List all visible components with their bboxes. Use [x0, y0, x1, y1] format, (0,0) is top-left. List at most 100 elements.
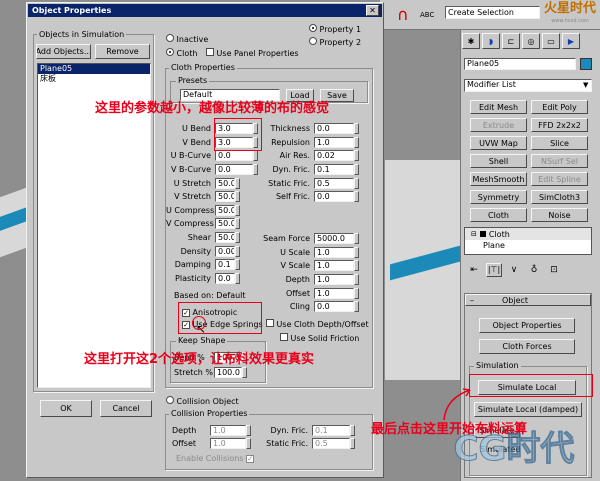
list-item-plane05[interactable]: Plane05: [38, 64, 150, 74]
object-rollout-header[interactable]: – Object: [465, 294, 591, 306]
dyn-fric-field[interactable]: 0.1: [314, 164, 354, 176]
abc-icon[interactable]: ABC: [420, 6, 440, 24]
offset-field[interactable]: 1.0: [314, 287, 354, 299]
remove-button[interactable]: Remove: [95, 44, 150, 59]
collision-dyn-fric-field[interactable]: 0.1: [312, 425, 350, 436]
seam-force-field[interactable]: 5000.0: [314, 233, 354, 245]
use-cloth-depth-check[interactable]: [266, 319, 274, 327]
nsurf-sel-button[interactable]: NSurf Sel: [531, 154, 588, 168]
object-color-swatch[interactable]: [580, 58, 592, 70]
remove-modifier-icon[interactable]: ♁: [526, 263, 542, 277]
hierarchy-tab-icon[interactable]: ⊏: [502, 33, 520, 49]
modifier-list-dropdown[interactable]: Modifier List: [464, 79, 592, 92]
selection-set-dropdown[interactable]: Create Selection: [445, 6, 540, 19]
list-item-bed[interactable]: 床板: [38, 74, 150, 84]
magnet-icon[interactable]: ∩: [397, 6, 415, 24]
pin-stack-icon[interactable]: ⇤: [466, 263, 482, 277]
stretch-percent-field[interactable]: 100.0: [214, 367, 242, 378]
modify-tab-icon[interactable]: ◗: [482, 33, 500, 49]
inactive-radio-circle[interactable]: [166, 34, 174, 42]
collision-static-fric-field[interactable]: 0.5: [312, 438, 350, 449]
stretch-percent-spinner[interactable]: [242, 367, 247, 378]
u-compress-field[interactable]: 50.0: [215, 204, 235, 216]
plasticity-field[interactable]: 0.0: [215, 272, 235, 284]
density-field[interactable]: 0.005: [215, 245, 235, 257]
thickness-field[interactable]: 0.0: [314, 123, 354, 135]
u-bcurve-spinner[interactable]: [253, 150, 258, 162]
v-bcurve-field[interactable]: 0.0: [215, 164, 253, 176]
cloth-button[interactable]: Cloth: [470, 208, 527, 222]
stack-item-plane[interactable]: Plane: [465, 240, 591, 252]
display-tab-icon[interactable]: ▭: [542, 33, 560, 49]
ok-button[interactable]: OK: [40, 400, 92, 417]
dialog-close-button[interactable]: ✕: [366, 5, 379, 16]
stack-item-cloth[interactable]: ⊟ Cloth: [465, 228, 591, 240]
v-stretch-spinner[interactable]: [235, 191, 240, 203]
v-compress-spinner[interactable]: [235, 218, 240, 230]
create-tab-icon[interactable]: ✱: [462, 33, 480, 49]
depth-spinner[interactable]: [354, 274, 359, 286]
repulsion-field[interactable]: 1.0: [314, 136, 354, 148]
shell-button[interactable]: Shell: [470, 154, 527, 168]
u-stretch-field[interactable]: 50.0: [215, 177, 235, 189]
add-objects-button[interactable]: Add Objects...: [36, 44, 91, 59]
meshsmooth-button[interactable]: MeshSmooth: [470, 172, 527, 186]
use-cloth-depth-checkbox[interactable]: Use Cloth Depth/Offset: [266, 319, 369, 330]
use-solid-friction-checkbox[interactable]: Use Solid Friction: [280, 333, 359, 344]
dialog-titlebar[interactable]: Object Properties: [28, 4, 382, 17]
seam-force-spinner[interactable]: [354, 233, 359, 245]
u-bcurve-field[interactable]: 0.0: [215, 150, 253, 162]
depth-field[interactable]: 1.0: [314, 274, 354, 286]
damping-spinner[interactable]: [235, 259, 240, 271]
static-fric-spinner[interactable]: [354, 177, 359, 189]
v-scale-field[interactable]: 1.0: [314, 260, 354, 272]
cloth-radio-circle[interactable]: [166, 48, 174, 56]
use-panel-checkbox[interactable]: Use Panel Properties: [206, 48, 299, 59]
edit-spline-button[interactable]: Edit Spline: [531, 172, 588, 186]
noise-button[interactable]: Noise: [531, 208, 588, 222]
simcloth3-button[interactable]: SimCloth3: [531, 190, 588, 204]
show-end-result-icon[interactable]: |⊤|: [486, 263, 502, 277]
make-unique-icon[interactable]: ∨: [506, 263, 522, 277]
bulb-icon[interactable]: [479, 231, 486, 237]
shear-field[interactable]: 50.0: [215, 232, 235, 244]
collision-depth-spinner[interactable]: [246, 425, 251, 436]
static-fric-field[interactable]: 0.5: [314, 177, 354, 189]
cling-field[interactable]: 0.0: [314, 301, 354, 313]
simulate-local-damped-button[interactable]: Simulate Local (damped): [474, 402, 582, 417]
property2-radio-circle[interactable]: [309, 37, 317, 45]
v-scale-spinner[interactable]: [354, 260, 359, 272]
collision-static-fric-spinner[interactable]: [350, 438, 355, 449]
utilities-tab-icon[interactable]: ▶: [562, 33, 580, 49]
property1-radio[interactable]: Property 1: [309, 24, 361, 35]
u-stretch-spinner[interactable]: [235, 177, 240, 189]
u-compress-spinner[interactable]: [235, 204, 240, 216]
symmetry-button[interactable]: Symmetry: [470, 190, 527, 204]
uvw-map-button[interactable]: UVW Map: [470, 136, 527, 150]
expand-icon[interactable]: ⊟: [471, 230, 477, 238]
slice-button[interactable]: Slice: [531, 136, 588, 150]
collapse-icon[interactable]: –: [470, 296, 474, 305]
collision-object-radio-circle[interactable]: [166, 396, 174, 404]
enable-collisions-checkbox[interactable]: Enable Collisions ✓: [176, 453, 255, 464]
self-fric-field[interactable]: 0.0: [314, 191, 354, 203]
property2-radio[interactable]: Property 2: [309, 37, 361, 48]
u-scale-spinner[interactable]: [354, 246, 359, 258]
damping-field[interactable]: 0.1: [215, 259, 235, 271]
object-name-field[interactable]: Plane05: [464, 58, 576, 70]
air-res-field[interactable]: 0.02: [314, 150, 354, 162]
collision-object-radio[interactable]: Collision Object: [166, 396, 239, 407]
plasticity-spinner[interactable]: [235, 272, 240, 284]
thickness-spinner[interactable]: [354, 123, 359, 135]
property1-radio-circle[interactable]: [309, 24, 317, 32]
extrude-button[interactable]: Extrude: [470, 118, 527, 132]
use-panel-check[interactable]: [206, 48, 214, 56]
air-res-spinner[interactable]: [354, 150, 359, 162]
motion-tab-icon[interactable]: ◎: [522, 33, 540, 49]
self-fric-spinner[interactable]: [354, 191, 359, 203]
dyn-fric-spinner[interactable]: [354, 164, 359, 176]
collision-dyn-fric-spinner[interactable]: [350, 425, 355, 436]
v-compress-field[interactable]: 50.0: [215, 218, 235, 230]
cloth-forces-button[interactable]: Cloth Forces: [479, 339, 575, 354]
shear-spinner[interactable]: [235, 232, 240, 244]
